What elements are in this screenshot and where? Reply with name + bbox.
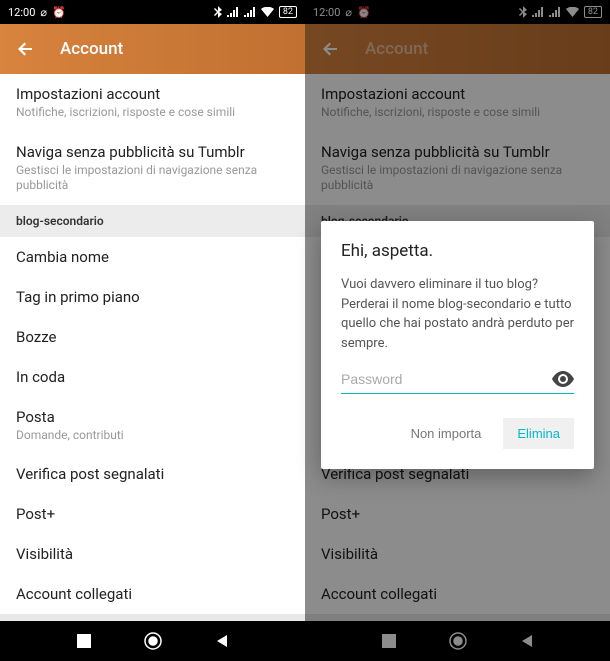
- delete-confirm-dialog: Ehi, aspetta. Vuoi davvero eliminare il …: [321, 221, 594, 469]
- status-time: 12:00: [8, 6, 35, 19]
- item-delete-blog[interactable]: Elimina questo Tumblr: [0, 614, 305, 621]
- item-label: Cambia nome: [16, 248, 289, 266]
- nav-home-icon[interactable]: [144, 632, 162, 650]
- item-queue[interactable]: In coda: [0, 357, 305, 397]
- navigation-bar: [0, 621, 305, 661]
- item-label: Post+: [16, 505, 289, 523]
- item-verify[interactable]: Verifica post segnalati: [0, 454, 305, 494]
- phone-right: 12:00 ⌀ ⏰ 82 Account Impostazio: [305, 0, 610, 661]
- cancel-button[interactable]: Non importa: [397, 418, 496, 449]
- status-bar: 12:00 ⌀ ⏰ 82: [0, 0, 305, 24]
- signal-icon-2: [244, 7, 256, 17]
- alarm-off-icon: ⌀: [40, 6, 47, 19]
- item-rename[interactable]: Cambia nome: [0, 237, 305, 277]
- item-label: Impostazioni account: [16, 85, 289, 103]
- dialog-body: Vuoi davvero eliminare il tuo blog? Perd…: [341, 275, 574, 353]
- page-title: Account: [60, 39, 123, 59]
- nav-recents-icon[interactable]: [77, 634, 91, 648]
- nav-back-icon[interactable]: [215, 634, 229, 648]
- settings-list: Impostazioni account Notifiche, iscrizio…: [0, 74, 305, 621]
- dialog-actions: Non importa Elimina: [341, 418, 574, 449]
- item-label: Account collegati: [16, 585, 289, 603]
- item-visibility[interactable]: Visibilità: [0, 534, 305, 574]
- app-bar: Account: [0, 24, 305, 74]
- item-connected[interactable]: Account collegati: [0, 574, 305, 614]
- item-label: Verifica post segnalati: [16, 465, 289, 483]
- item-label: Tag in primo piano: [16, 288, 289, 306]
- alarm-icon: ⏰: [52, 6, 66, 19]
- back-icon[interactable]: [16, 39, 36, 59]
- item-label: Visibilità: [16, 545, 289, 563]
- password-input[interactable]: [341, 371, 552, 387]
- section-header: blog-secondario: [0, 205, 305, 237]
- item-sub: Notifiche, iscrizioni, risposte e cose s…: [16, 105, 289, 121]
- bluetooth-icon: [214, 6, 222, 18]
- password-row: [341, 371, 574, 394]
- item-label: In coda: [16, 368, 289, 386]
- item-adfree[interactable]: Naviga senza pubblicità su Tumblr Gestis…: [0, 132, 305, 205]
- item-label: Posta: [16, 408, 289, 426]
- item-label: Naviga senza pubblicità su Tumblr: [16, 143, 289, 161]
- wifi-icon: [261, 7, 274, 17]
- battery-icon: 82: [279, 6, 297, 18]
- item-sub: Gestisci le impostazioni di navigazione …: [16, 163, 289, 194]
- item-inbox[interactable]: Posta Domande, contributi: [0, 397, 305, 455]
- item-label: Bozze: [16, 328, 289, 346]
- confirm-button[interactable]: Elimina: [503, 418, 574, 449]
- item-sub: Domande, contributi: [16, 428, 289, 444]
- item-tags[interactable]: Tag in primo piano: [0, 277, 305, 317]
- dialog-title: Ehi, aspetta.: [341, 241, 574, 261]
- item-account-settings[interactable]: Impostazioni account Notifiche, iscrizio…: [0, 74, 305, 132]
- phone-left: 12:00 ⌀ ⏰ 82 Account Impostazio: [0, 0, 305, 661]
- item-postplus[interactable]: Post+: [0, 494, 305, 534]
- item-drafts[interactable]: Bozze: [0, 317, 305, 357]
- eye-icon[interactable]: [552, 371, 574, 387]
- signal-icon: [227, 7, 239, 17]
